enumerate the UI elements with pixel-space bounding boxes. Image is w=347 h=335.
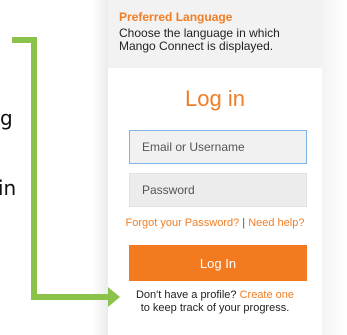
create-profile-link[interactable]: Create one: [240, 289, 294, 301]
preferred-language-description: Choose the language in which Mango Conne…: [119, 26, 280, 53]
need-help-link[interactable]: Need help?: [248, 217, 304, 229]
login-heading: Log in: [185, 86, 245, 111]
cropped-text-fragment-top: g: [0, 106, 13, 130]
arrow-head-icon: [108, 287, 120, 307]
arrow-bottom-segment: [31, 294, 111, 300]
password-input[interactable]: [129, 173, 307, 207]
login-button[interactable]: Log In: [129, 245, 307, 281]
arrow-vertical-segment: [31, 37, 37, 300]
preferred-language-box[interactable]: Preferred Language Choose the language i…: [108, 0, 322, 68]
forgot-password-link[interactable]: Forgot your Password?: [126, 217, 240, 229]
help-link-separator: |: [242, 217, 246, 229]
track-progress-text: to keep track of your progress.: [140, 302, 290, 314]
help-links: Forgot your Password? | Need help?: [108, 217, 322, 229]
preferred-language-title[interactable]: Preferred Language: [119, 10, 232, 24]
no-profile-text: Don't have a profile?: [135, 289, 237, 301]
login-panel: Preferred Language Choose the language i…: [108, 0, 322, 335]
email-username-input[interactable]: [129, 130, 307, 164]
panel-right-shadow: [318, 0, 347, 335]
cropped-text-fragment-bottom: in: [0, 176, 17, 200]
signup-prompt: Don't have a profile? Create one to keep…: [108, 289, 322, 315]
